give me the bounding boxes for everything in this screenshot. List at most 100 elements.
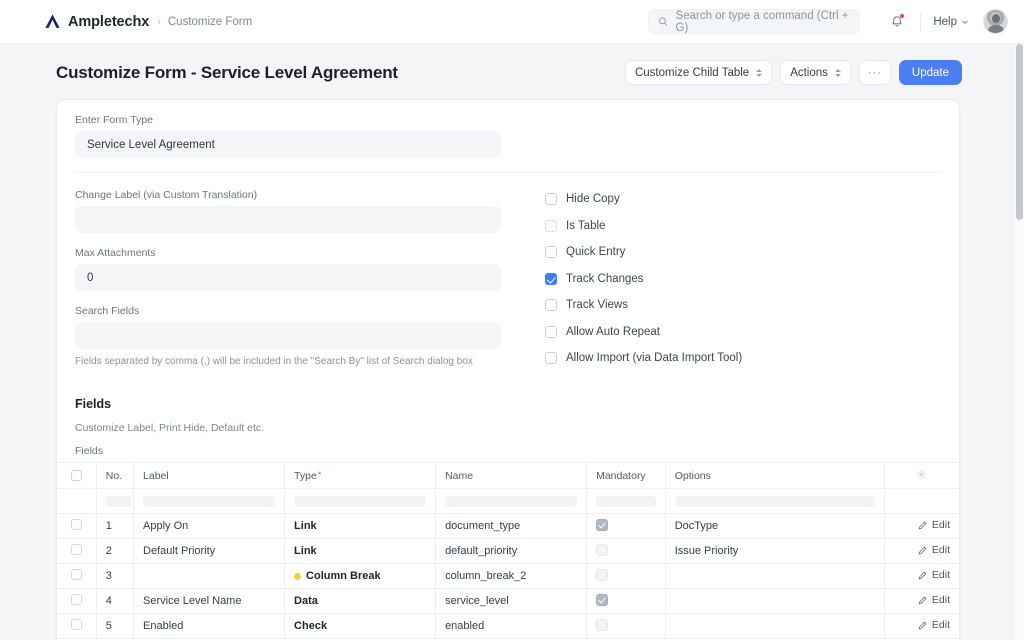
cell-mandatory[interactable] — [586, 588, 666, 614]
edit-row-button[interactable]: Edit — [918, 519, 950, 531]
cell-name[interactable]: default_priority — [435, 538, 588, 564]
filter-cell-type[interactable] — [284, 488, 437, 514]
table-row[interactable]: 2 Default Priority Link default_priority Iss… — [57, 538, 959, 564]
cell-label[interactable] — [133, 563, 286, 589]
checkbox[interactable] — [545, 272, 557, 285]
option-row-hide-copy[interactable]: Hide Copy — [545, 190, 941, 208]
cell-mandatory[interactable] — [586, 513, 666, 539]
cell-options[interactable] — [665, 613, 885, 639]
mandatory-checkbox[interactable] — [596, 593, 609, 606]
cell-name[interactable]: enabled — [435, 613, 588, 639]
cell-edit[interactable]: Edit — [884, 513, 959, 539]
table-row[interactable]: 5 Enabled Check enabled Edit — [57, 613, 959, 639]
column-header-type[interactable]: Type* — [284, 462, 437, 489]
column-header-name[interactable]: Name — [435, 462, 588, 489]
edit-row-button[interactable]: Edit — [918, 569, 950, 581]
option-row-track-changes[interactable]: Track Changes — [545, 270, 941, 288]
change-label-input[interactable] — [75, 206, 501, 233]
select-all-header[interactable] — [57, 462, 97, 489]
row-select-checkbox[interactable] — [70, 569, 82, 580]
edit-row-button[interactable]: Edit — [918, 594, 950, 606]
notifications-button[interactable] — [886, 11, 908, 33]
cell-name[interactable]: document_type — [435, 513, 588, 539]
column-settings-button[interactable] — [884, 462, 959, 489]
cell-label[interactable]: Apply On — [133, 513, 286, 539]
option-row-allow-import-via-data-import-tool[interactable]: Allow Import (via Data Import Tool) — [545, 349, 941, 367]
checkbox[interactable] — [545, 246, 557, 258]
filter-cell-label[interactable] — [133, 488, 286, 514]
cell-options[interactable] — [665, 588, 885, 614]
cell-label[interactable]: Service Level Name — [133, 588, 286, 614]
cell-label[interactable]: Enabled — [133, 613, 286, 639]
row-select-cell[interactable] — [57, 613, 97, 639]
checkbox[interactable] — [545, 352, 557, 364]
cell-no[interactable]: 2 — [96, 538, 135, 564]
avatar[interactable] — [983, 9, 1008, 34]
cell-mandatory[interactable] — [586, 563, 666, 589]
cell-name[interactable]: column_break_2 — [435, 563, 588, 589]
table-row[interactable]: 1 Apply On Link document_type DocType Edit — [57, 513, 959, 539]
edit-row-button[interactable]: Edit — [918, 544, 950, 556]
mandatory-checkbox[interactable] — [596, 568, 609, 581]
actions-button[interactable]: Actions — [780, 60, 851, 85]
cell-type[interactable]: Link — [284, 513, 437, 539]
cell-mandatory[interactable] — [586, 538, 666, 564]
cell-options[interactable]: Issue Priority — [665, 538, 885, 564]
cell-options[interactable] — [665, 563, 885, 589]
column-header-no[interactable]: No. — [96, 462, 135, 489]
more-options-button[interactable]: ··· — [858, 60, 891, 85]
mandatory-checkbox[interactable] — [596, 518, 609, 531]
option-row-quick-entry[interactable]: Quick Entry — [545, 243, 941, 261]
cell-edit[interactable]: Edit — [884, 563, 959, 589]
edit-row-button[interactable]: Edit — [918, 619, 950, 631]
row-select-checkbox[interactable] — [70, 544, 82, 555]
checkbox[interactable] — [545, 325, 557, 338]
row-select-cell[interactable] — [57, 513, 97, 539]
brand[interactable]: Ampletechx — [44, 13, 149, 30]
table-row[interactable]: 3 Column Break column_break_2 Edit — [57, 563, 959, 589]
cell-no[interactable]: 3 — [96, 563, 135, 589]
global-search-input[interactable]: Search or type a command (Ctrl + G) — [648, 9, 861, 34]
search-fields-input[interactable] — [75, 322, 501, 349]
cell-label[interactable]: Default Priority — [133, 538, 286, 564]
column-header-mandatory[interactable]: Mandatory — [586, 462, 666, 489]
cell-edit[interactable]: Edit — [884, 613, 959, 639]
filter-cell-name[interactable] — [435, 488, 588, 514]
cell-no[interactable]: 5 — [96, 613, 135, 639]
cell-no[interactable]: 4 — [96, 588, 135, 614]
option-row-allow-auto-repeat[interactable]: Allow Auto Repeat — [545, 323, 941, 341]
checkbox[interactable] — [545, 299, 557, 311]
row-select-checkbox[interactable] — [70, 619, 82, 630]
filter-cell-mandatory[interactable] — [586, 488, 666, 514]
select-all-checkbox[interactable] — [70, 470, 82, 482]
help-menu[interactable]: Help — [933, 16, 969, 28]
cell-mandatory[interactable] — [586, 613, 666, 639]
max-attachments-input[interactable]: 0 — [75, 264, 501, 291]
mandatory-checkbox[interactable] — [596, 543, 609, 556]
filter-cell-options[interactable] — [665, 488, 885, 514]
cell-type[interactable]: Column Break — [284, 563, 437, 589]
checkbox[interactable] — [545, 193, 557, 205]
cell-options[interactable]: DocType — [665, 513, 885, 539]
cell-edit[interactable]: Edit — [884, 588, 959, 614]
cell-edit[interactable]: Edit — [884, 538, 959, 564]
breadcrumb-current[interactable]: Customize Form — [168, 16, 252, 28]
column-header-label[interactable]: Label — [133, 462, 286, 489]
cell-type[interactable]: Link — [284, 538, 437, 564]
row-select-cell[interactable] — [57, 563, 97, 589]
page-scrollbar-thumb[interactable] — [1016, 44, 1023, 220]
row-select-cell[interactable] — [57, 538, 97, 564]
customize-child-table-button[interactable]: Customize Child Table — [624, 60, 773, 85]
page-scrollbar[interactable] — [1015, 44, 1024, 640]
form-type-input[interactable]: Service Level Agreement — [75, 131, 501, 158]
cell-no[interactable]: 1 — [96, 513, 135, 539]
option-row-is-table[interactable]: Is Table — [545, 217, 941, 235]
update-button[interactable]: Update — [898, 60, 962, 85]
row-select-checkbox[interactable] — [70, 594, 82, 605]
cell-type[interactable]: Data — [284, 588, 437, 614]
row-select-checkbox[interactable] — [70, 519, 82, 530]
checkbox[interactable] — [545, 219, 557, 232]
mandatory-checkbox[interactable] — [596, 618, 609, 631]
cell-type[interactable]: Check — [284, 613, 437, 639]
table-row[interactable]: 4 Service Level Name Data service_level Edit — [57, 588, 959, 614]
